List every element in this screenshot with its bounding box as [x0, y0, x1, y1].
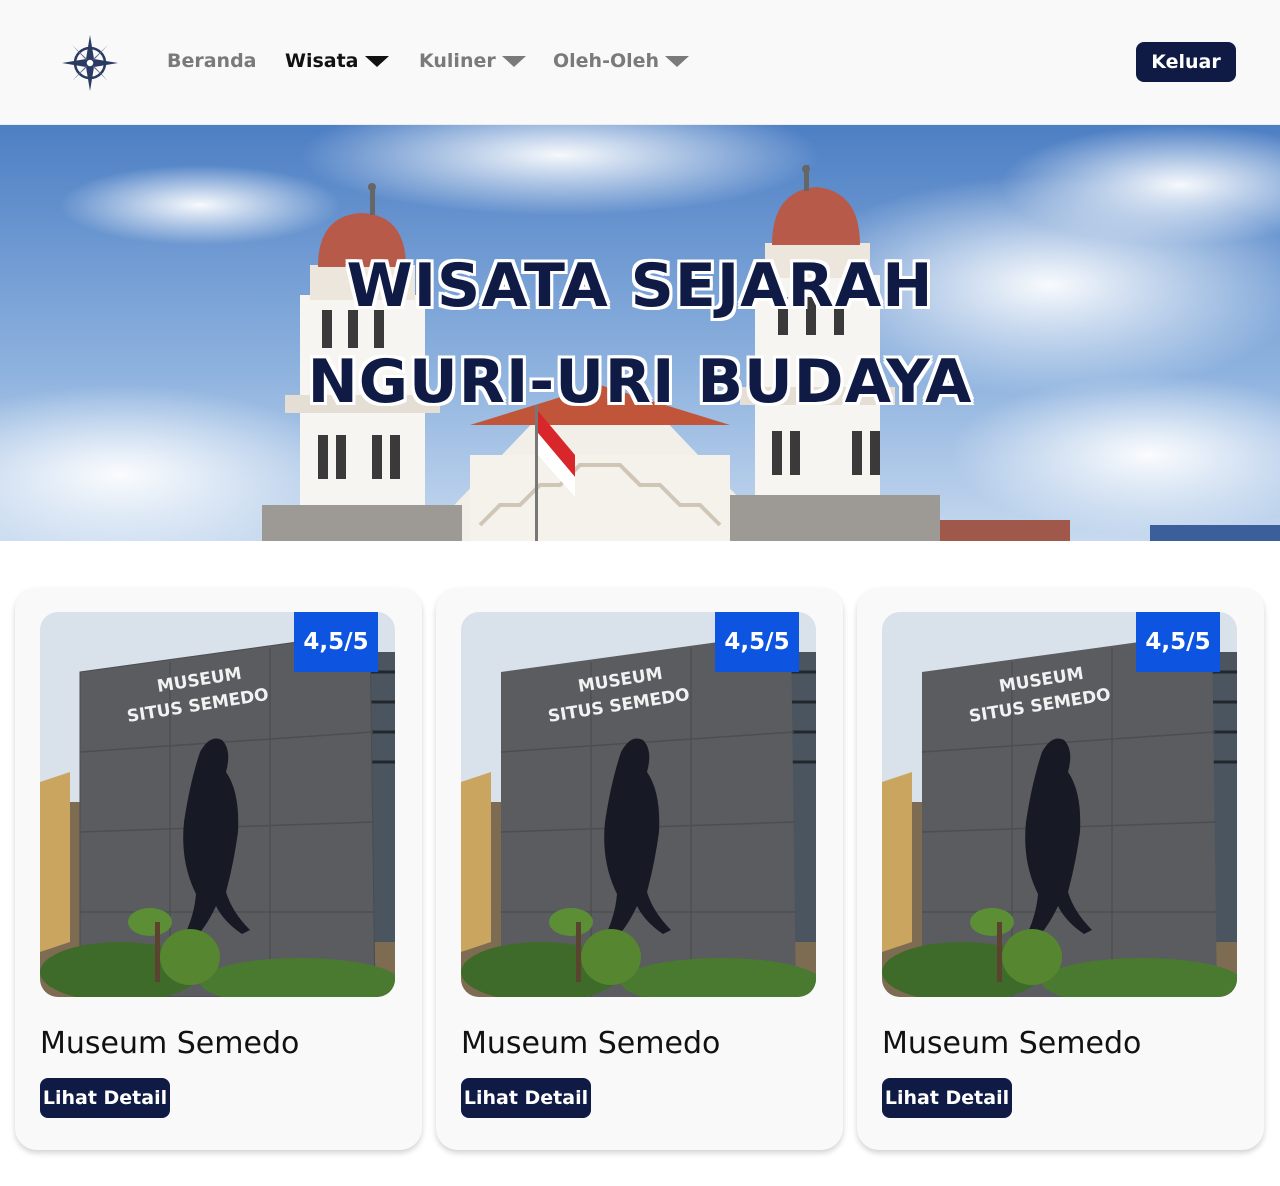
- hero-background-image: [0, 125, 1280, 541]
- nav-item-oleh-oleh[interactable]: Oleh-Oleh: [553, 50, 690, 72]
- nav-item-beranda[interactable]: Beranda: [167, 50, 257, 72]
- hero-banner: WISATA SEJARAH NGURI-URI BUDAYA: [0, 125, 1280, 541]
- hero-title-line-1: WISATA SEJARAH: [346, 251, 934, 321]
- museum-photo[interactable]: MUSEUM SITUS SEMEDO 4,5/5: [882, 612, 1237, 997]
- caret-down-icon: [501, 55, 526, 67]
- nav-item-label: Beranda: [167, 50, 257, 72]
- museum-photo[interactable]: MUSEUM SITUS SEMEDO 4,5/5: [461, 612, 816, 997]
- nav-item-label: Oleh-Oleh: [553, 50, 660, 72]
- rating-badge: 4,5/5: [1136, 612, 1220, 672]
- rating-badge: 4,5/5: [294, 612, 378, 672]
- nav-item-label: Wisata: [285, 50, 359, 72]
- rating-badge: 4,5/5: [715, 612, 799, 672]
- hero-title-line-2: NGURI-URI BUDAYA: [307, 347, 973, 417]
- caret-down-icon: [665, 55, 690, 67]
- logout-button[interactable]: Keluar: [1136, 42, 1236, 82]
- nav-item-kuliner[interactable]: Kuliner: [419, 50, 526, 72]
- destination-card: MUSEUM SITUS SEMEDO 4,5/5 Museum Semedo …: [15, 588, 422, 1150]
- compass-rose-icon[interactable]: [60, 33, 120, 93]
- museum-photo[interactable]: MUSEUM SITUS SEMEDO 4,5/5: [40, 612, 395, 997]
- card-title: Museum Semedo: [882, 1026, 1142, 1061]
- card-title: Museum Semedo: [40, 1026, 300, 1061]
- nav-item-wisata[interactable]: Wisata: [285, 50, 389, 72]
- navbar: Beranda Wisata Kuliner Oleh-Oleh Keluar: [0, 0, 1280, 125]
- view-detail-button[interactable]: Lihat Detail: [882, 1078, 1012, 1118]
- destination-card: MUSEUM SITUS SEMEDO 4,5/5 Museum Semedo …: [857, 588, 1264, 1150]
- nav-item-label: Kuliner: [419, 50, 496, 72]
- view-detail-button[interactable]: Lihat Detail: [40, 1078, 170, 1118]
- card-title: Museum Semedo: [461, 1026, 721, 1061]
- destination-card: MUSEUM SITUS SEMEDO 4,5/5 Museum Semedo …: [436, 588, 843, 1150]
- view-detail-button[interactable]: Lihat Detail: [461, 1078, 591, 1118]
- caret-down-icon: [364, 55, 389, 67]
